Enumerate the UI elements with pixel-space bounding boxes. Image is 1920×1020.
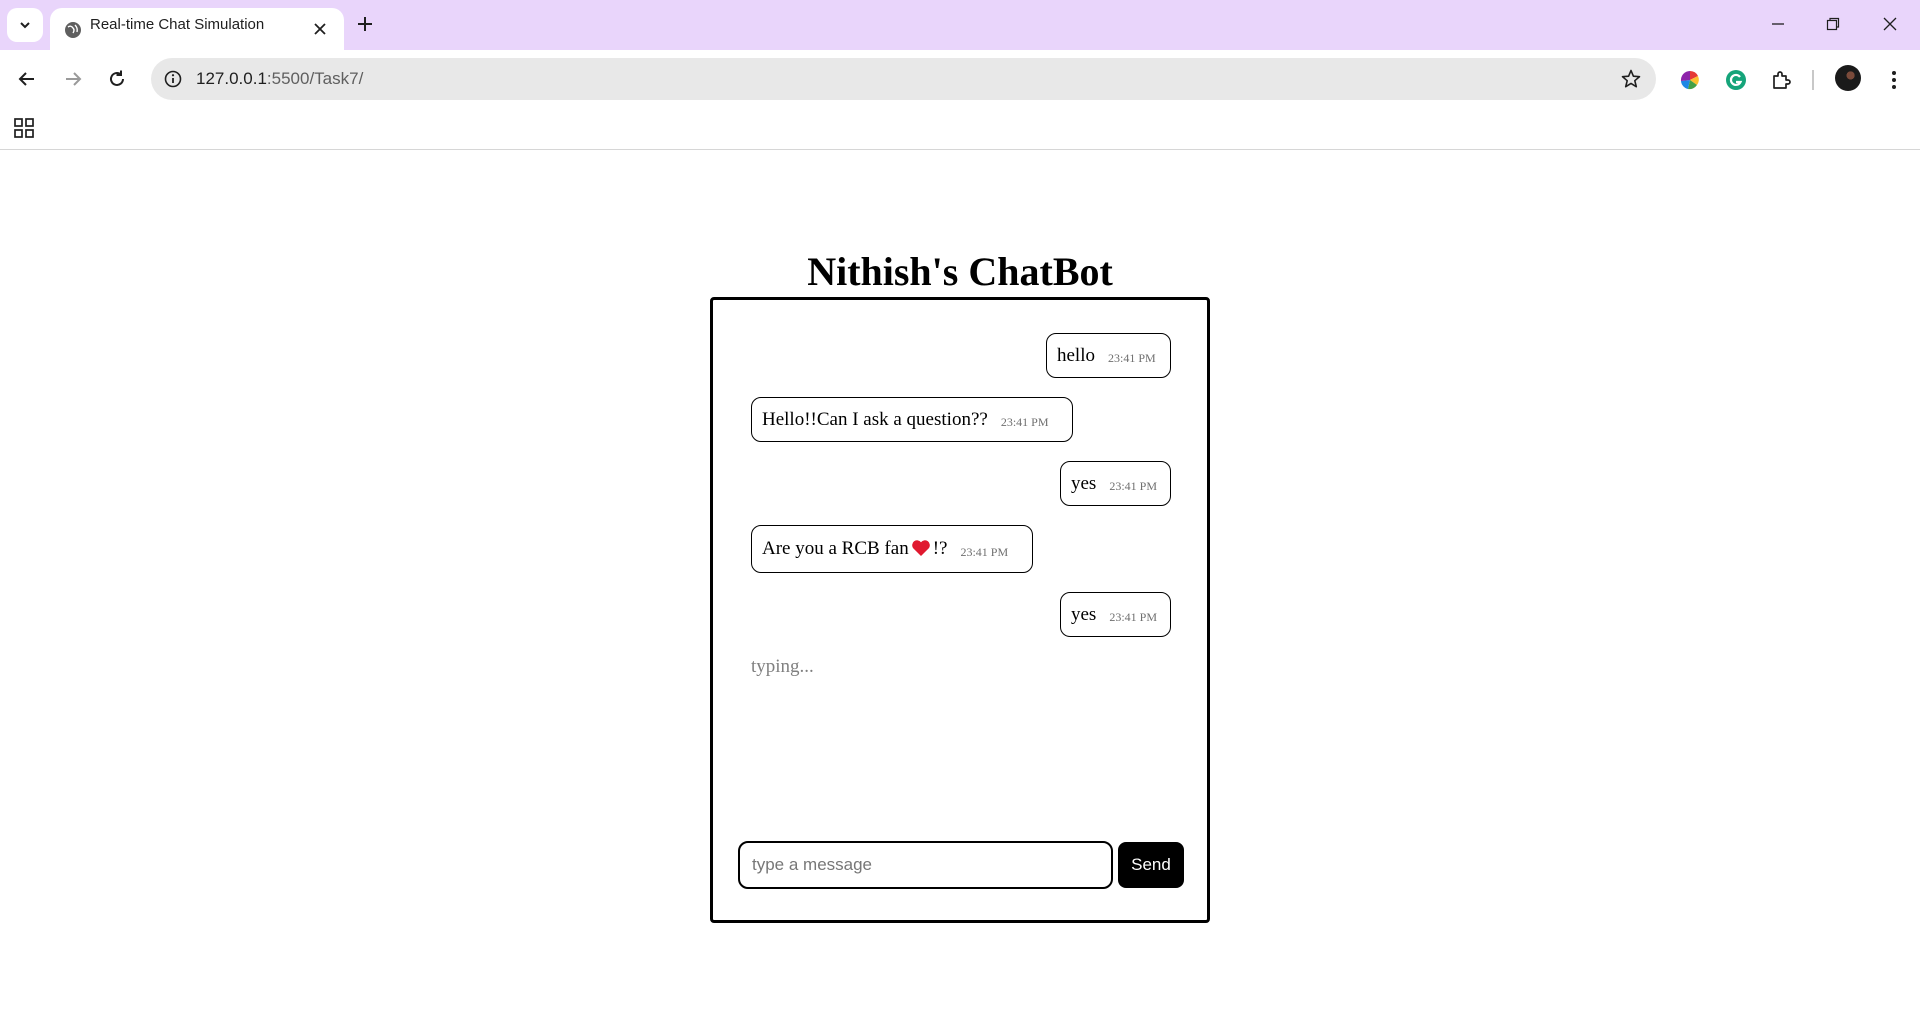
forward-button[interactable]	[60, 66, 86, 92]
back-button[interactable]	[14, 66, 40, 92]
star-icon[interactable]	[1620, 68, 1642, 90]
browser-toolbar: 127.0.0.1:5500/Task7/	[0, 50, 1920, 108]
send-button[interactable]: Send	[1118, 842, 1184, 888]
restore-icon	[1826, 17, 1840, 31]
reload-icon	[110, 70, 124, 86]
close-tab-icon[interactable]	[309, 18, 331, 40]
arrow-left-icon	[18, 72, 34, 86]
bot-message: Are you a RCB fan!? 23:41 PM	[751, 525, 1033, 573]
puzzle-icon	[1773, 71, 1791, 89]
close-window-button[interactable]	[1875, 10, 1905, 38]
minimize-icon	[1772, 23, 1784, 25]
message-timestamp: 23:41 PM	[1109, 610, 1158, 624]
message-timestamp: 23:41 PM	[960, 544, 1009, 559]
grammarly-extension-button[interactable]	[1724, 68, 1748, 92]
toolbar-separator	[1812, 70, 1814, 90]
reload-button[interactable]	[104, 66, 130, 92]
extensions-button[interactable]	[1769, 68, 1793, 92]
bookmarks-bar	[0, 108, 1920, 150]
message-text-before: Are you a RCB fan	[762, 538, 909, 559]
close-icon	[1883, 17, 1897, 31]
user-message: hello 23:41 PM	[1046, 333, 1171, 378]
page-title: Nithish's ChatBot	[807, 249, 1113, 294]
chevron-down-icon	[20, 22, 30, 29]
minimize-button[interactable]	[1763, 10, 1793, 38]
chat-container: hello 23:41 PM Hello!!Can I ask a questi…	[710, 297, 1210, 923]
new-tab-icon[interactable]	[354, 13, 376, 35]
grammarly-icon	[1726, 70, 1746, 90]
message-text: Are you a RCB fan!?	[762, 538, 947, 560]
message-timestamp: 23:41 PM	[1000, 415, 1049, 429]
message-timestamp: 23:41 PM	[1108, 351, 1156, 365]
color-wheel-icon	[1680, 70, 1699, 90]
bot-message: Hello!!Can I ask a question?? 23:41 PM	[751, 397, 1073, 442]
more-vertical-icon	[1892, 71, 1896, 89]
globe-icon	[65, 22, 81, 38]
url-text: 127.0.0.1:5500/Task7/	[196, 69, 363, 89]
apps-grid-icon[interactable]	[13, 117, 35, 139]
site-info-icon[interactable]	[163, 69, 183, 89]
user-message: yes 23:41 PM	[1060, 592, 1171, 637]
browser-menu-button[interactable]	[1882, 68, 1906, 92]
message-text: hello	[1057, 344, 1095, 366]
profile-avatar[interactable]	[1835, 65, 1861, 91]
arrow-right-icon	[66, 72, 82, 86]
message-input[interactable]	[738, 841, 1113, 889]
message-text: yes	[1071, 472, 1097, 494]
typing-indicator: typing...	[751, 656, 814, 677]
active-tab[interactable]: Real-time Chat Simulation	[50, 8, 344, 50]
heart-emoji-icon	[911, 540, 930, 556]
tab-title: Real-time Chat Simulation	[90, 16, 265, 33]
url-host: 127.0.0.1	[196, 69, 267, 88]
user-message: yes 23:41 PM	[1060, 461, 1171, 506]
message-text-after: !?	[932, 538, 948, 559]
message-text: yes	[1071, 603, 1097, 625]
restore-button[interactable]	[1818, 10, 1848, 38]
address-bar[interactable]: 127.0.0.1:5500/Task7/	[151, 58, 1656, 100]
color-extension-button[interactable]	[1678, 68, 1702, 92]
url-path: :5500/Task7/	[266, 69, 364, 88]
browser-tabstrip: Real-time Chat Simulation	[0, 0, 1920, 50]
message-timestamp: 23:41 PM	[1109, 479, 1158, 493]
message-text: Hello!!Can I ask a question??	[762, 408, 988, 430]
tab-search-button[interactable]	[7, 8, 43, 42]
